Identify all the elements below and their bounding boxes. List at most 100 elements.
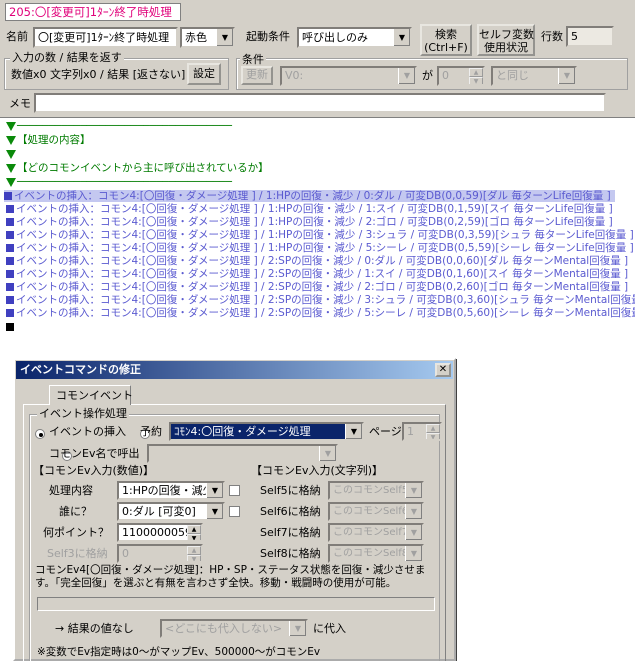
trigger-label: 起動条件 [246, 30, 290, 43]
result-label: → 結果の値なし [55, 622, 134, 635]
close-icon[interactable]: ✕ [435, 363, 451, 377]
list-item[interactable]: ────────────────────────────────── [6, 120, 232, 132]
field-1-checkbox[interactable] [229, 485, 240, 496]
comment-marker-icon [6, 149, 16, 159]
list-item[interactable]: 【どのコモンイベントから主に呼び出されているか】 [6, 162, 269, 174]
color-select[interactable]: 赤色 ▼ [180, 27, 235, 48]
condition-number-value: 0 [442, 69, 449, 82]
spinner-icon: ▲ ▼ [469, 68, 483, 84]
comment-text: 【どのコモンイベントから主に呼び出されているか】 [17, 162, 269, 174]
list-item[interactable]: イベントの挿入：コモン4:[〇回復・ダメージ処理 ] / 1:HPの回復・減少 … [6, 203, 613, 215]
list-item-end[interactable] [6, 321, 16, 333]
self-variable-button[interactable]: セルフ変数 使用状況 [477, 24, 535, 56]
trigger-select-value: 呼び出しのみ [302, 31, 368, 44]
chevron-down-icon: ▼ [393, 29, 410, 46]
update-button[interactable]: 更新 [241, 66, 273, 85]
radio-insert-label: イベントの挿入 [49, 425, 126, 438]
self8-label: Self8に格納 [260, 547, 321, 560]
command-text: イベントの挿入：コモン4:[〇回復・ダメージ処理 ] / 1:HPの回復・減少 … [16, 229, 634, 241]
radio-reserve-label: 予約 [140, 425, 162, 438]
condition-operator-select[interactable]: と同じ ▼ [491, 66, 577, 86]
list-item[interactable]: イベントの挿入：コモン4:[〇回復・ダメージ処理 ] / 2:SPの回復・減少 … [6, 294, 635, 306]
edit-command-dialog: イベントコマンドの修正 ✕ コモンイベント イベント操作処理 イベントの挿入 予… [13, 358, 456, 661]
command-marker-icon [6, 270, 14, 278]
color-select-value: 赤色 [185, 31, 207, 44]
self7-label: Self7に格納 [260, 526, 321, 539]
chevron-down-icon: ▼ [405, 546, 422, 561]
end-marker-icon [6, 323, 14, 331]
self7-value: このコモンSelf7 [333, 527, 409, 538]
list-item[interactable]: イベントの挿入：コモン4:[〇回復・ダメージ処理 ] / 1:HPの回復・減少 … [6, 216, 613, 228]
result-select-value: <どこにも代入しない> [165, 622, 283, 635]
list-item[interactable]: イベントの挿入：コモン4:[〇回復・ダメージ処理 ] / 2:SPの回復・減少 … [6, 281, 628, 293]
string-input-header: 【コモンEv入力(文字列)】 [251, 464, 384, 477]
field-2-select[interactable]: 0:ダル [可変0] ▼ [117, 502, 225, 521]
comment-marker-icon [6, 163, 16, 173]
field-4-value: 0 [122, 547, 129, 560]
self5-select[interactable]: このコモンSelf5 ▼ [328, 481, 424, 500]
page-value: 1 [407, 425, 414, 438]
common-event-select[interactable]: ｺﾓﾝ4:〇回復・ダメージ処理 ▼ [169, 422, 364, 441]
field-1-select[interactable]: 1:HPの回復・減少 ▼ [117, 481, 225, 500]
command-marker-icon [6, 283, 14, 291]
list-item[interactable]: 【処理の内容】 [6, 134, 91, 146]
radio-call-by-name-label: コモンEv名で呼出 [49, 447, 140, 460]
condition-variable-select[interactable]: V0: ▼ [280, 66, 417, 86]
spinner-icon: ▲ ▼ [426, 424, 440, 439]
command-marker-icon [6, 231, 14, 239]
settings-button[interactable]: 設定 [187, 63, 221, 85]
name-label: 名前 [6, 30, 28, 43]
footer-note: ※変数でEv指定時は0～がマップEv、500000～がコモンEv [37, 646, 321, 658]
self-variable-button-line2: 使用状況 [484, 41, 528, 54]
command-marker-icon [6, 309, 14, 317]
list-item[interactable] [6, 148, 17, 160]
memo-field[interactable] [34, 93, 606, 113]
command-text: イベントの挿入：コモン4:[〇回復・ダメージ処理 ] / 1:HPの回復・減少 … [14, 190, 611, 202]
field-3-input[interactable]: 1100000059 ▲ ▼ [117, 523, 203, 542]
search-button[interactable]: 検索 (Ctrl+F) [420, 24, 472, 56]
self8-select[interactable]: このコモンSelf8 ▼ [328, 544, 424, 563]
condition-number-field[interactable]: 0 ▲ ▼ [437, 66, 485, 86]
name-field[interactable]: 〇[変更可]1ﾀｰﾝ終了時処理 [33, 27, 178, 48]
comment-marker-icon [6, 135, 16, 145]
chevron-down-icon: ▼ [405, 504, 422, 519]
field-4-input[interactable]: 0 ▲ ▼ [117, 544, 203, 563]
progress-area [37, 597, 435, 611]
list-item[interactable]: イベントの挿入：コモン4:[〇回復・ダメージ処理 ] / 1:HPの回復・減少 … [6, 242, 634, 254]
field-1-label: 処理内容 [49, 484, 93, 497]
search-button-shortcut: (Ctrl+F) [424, 41, 468, 54]
field-2-checkbox[interactable] [229, 506, 240, 517]
dialog-title: イベントコマンドの修正 [20, 363, 141, 376]
command-marker-icon [6, 296, 14, 304]
search-button-label: 検索 [435, 28, 457, 41]
self5-label: Self5に格納 [260, 484, 321, 497]
comment-marker-icon [6, 121, 16, 131]
list-item[interactable]: イベントの挿入：コモン4:[〇回復・ダメージ処理 ] / 2:SPの回復・減少 … [6, 268, 628, 280]
common-event-select-value: ｺﾓﾝ4:〇回復・ダメージ処理 [174, 425, 311, 438]
command-text: イベントの挿入：コモン4:[〇回復・ダメージ処理 ] / 1:HPの回復・減少 … [16, 203, 613, 215]
self8-value: このコモンSelf8 [333, 548, 409, 559]
radio-insert[interactable] [35, 429, 45, 439]
condition-ga-label: が [422, 69, 433, 82]
result-select[interactable]: <どこにも代入しない> ▼ [160, 619, 308, 638]
chevron-down-icon: ▼ [398, 68, 415, 84]
list-item[interactable]: イベントの挿入：コモン4:[〇回復・ダメージ処理 ] / 2:SPの回復・減少 … [6, 307, 635, 319]
comment-text: 【処理の内容】 [17, 134, 91, 146]
page-field[interactable]: 1 ▲ ▼ [402, 422, 442, 441]
page-label: ページ [369, 425, 402, 438]
self7-select[interactable]: このコモンSelf7 ▼ [328, 523, 424, 542]
chevron-down-icon: ▼ [319, 446, 336, 461]
field-3-value: 1100000059 [122, 526, 192, 539]
common-event-name-select[interactable]: ▼ [147, 444, 338, 463]
self6-select[interactable]: このコモンSelf6 ▼ [328, 502, 424, 521]
list-item-selected[interactable]: イベントの挿入：コモン4:[〇回復・ダメージ処理 ] / 1:HPの回復・減少 … [4, 190, 615, 202]
lines-field: 5 [566, 26, 614, 47]
list-item[interactable]: イベントの挿入：コモン4:[〇回復・ダメージ処理 ] / 2:SPの回復・減少 … [6, 255, 628, 267]
list-item[interactable]: イベントの挿入：コモン4:[〇回復・ダメージ処理 ] / 1:HPの回復・減少 … [6, 229, 634, 241]
list-item[interactable]: ────────────────────────────────── [6, 176, 232, 188]
trigger-select[interactable]: 呼び出しのみ ▼ [297, 27, 412, 48]
command-marker-icon [6, 257, 14, 265]
tab-common-event[interactable]: コモンイベント [49, 385, 133, 405]
chevron-down-icon: ▼ [289, 621, 306, 636]
spinner-icon: ▲ ▼ [187, 525, 201, 540]
